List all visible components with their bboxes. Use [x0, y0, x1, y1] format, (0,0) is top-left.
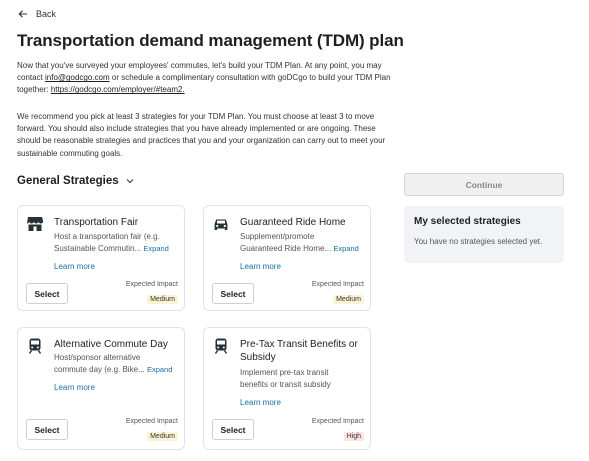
impact-badge: Medium — [147, 432, 178, 441]
strategy-description: Host/sponsor alternative commute day (e.… — [54, 352, 172, 376]
impact-badge: High — [343, 432, 364, 441]
continue-button[interactable]: Continue — [404, 173, 564, 196]
impact-label: Expected Impact — [125, 281, 178, 288]
description-line: Supplement/promote — [240, 232, 315, 241]
description-line: Guaranteed Ride Home... — [240, 244, 332, 253]
expected-impact: Expected Impact High — [312, 418, 364, 443]
learn-more-link[interactable]: Learn more — [240, 398, 281, 407]
strategy-card: Transportation Fair Host a transportatio… — [17, 205, 185, 311]
selected-strategies-panel: My selected strategies You have no strat… — [404, 206, 564, 263]
car-icon — [214, 219, 228, 230]
strategy-title: Guaranteed Ride Home — [240, 217, 346, 228]
contact-email-link[interactable]: info@godcgo.com — [45, 73, 110, 82]
train-icon — [214, 338, 228, 354]
select-button[interactable]: Select — [212, 419, 254, 440]
description-line: commute day (e.g. Bike... — [54, 365, 145, 374]
panel-title: My selected strategies — [414, 216, 521, 227]
impact-badge: Medium — [147, 295, 178, 304]
page-title: Transportation demand management (TDM) p… — [17, 31, 404, 50]
back-link[interactable]: Back — [18, 9, 56, 19]
expected-impact: Expected Impact Medium — [312, 281, 364, 306]
store-icon — [27, 217, 44, 231]
expected-impact: Expected Impact Medium — [126, 418, 178, 443]
train-icon — [28, 338, 42, 354]
learn-more-link[interactable]: Learn more — [240, 262, 281, 271]
description-line: Implement pre-tax transit — [240, 368, 329, 377]
strategy-title: Pre-Tax Transit Benefits or Subsidy — [240, 339, 358, 363]
strategy-title: Alternative Commute Day — [54, 339, 168, 350]
strategy-card: Pre-Tax Transit Benefits or Subsidy Impl… — [203, 327, 371, 450]
strategy-card: Guaranteed Ride Home Supplement/promote … — [203, 205, 371, 311]
expected-impact: Expected Impact Medium — [126, 281, 178, 306]
strategy-title: Transportation Fair — [54, 217, 139, 228]
general-strategies-toggle[interactable]: General Strategies — [17, 175, 134, 187]
description-line: benefits or transit subsidy — [240, 380, 331, 389]
expand-link[interactable]: Expand — [143, 244, 168, 253]
description-line: Host a transportation fair (e.g. — [54, 232, 160, 241]
impact-label: Expected Impact — [311, 281, 364, 288]
chevron-down-icon — [126, 179, 133, 184]
strategy-description: Supplement/promote Guaranteed Ride Home.… — [240, 231, 359, 255]
impact-badge: Medium — [333, 295, 364, 304]
description-line: Host/sponsor alternative — [54, 353, 141, 362]
section-title: General Strategies — [17, 175, 119, 187]
impact-label: Expected Impact — [125, 418, 178, 425]
select-button[interactable]: Select — [26, 283, 68, 304]
impact-label: Expected Impact — [311, 418, 364, 425]
strategy-description: Host a transportation fair (e.g. Sustain… — [54, 231, 169, 255]
select-button[interactable]: Select — [26, 419, 68, 440]
recommendation-text: We recommend you pick at least 3 strateg… — [17, 112, 386, 158]
team-link[interactable]: https://godcgo.com/employer/#team2. — [51, 85, 185, 94]
select-button[interactable]: Select — [212, 283, 254, 304]
strategy-card: Alternative Commute Day Host/sponsor alt… — [17, 327, 185, 450]
learn-more-link[interactable]: Learn more — [54, 262, 95, 271]
intro-text: Now that you've surveyed your employees'… — [17, 60, 399, 97]
strategy-description: Implement pre-tax transit benefits or tr… — [240, 367, 331, 391]
arrow-left-icon — [18, 10, 27, 18]
learn-more-link[interactable]: Learn more — [54, 383, 95, 392]
panel-empty-text: You have no strategies selected yet. — [414, 237, 543, 246]
expand-link[interactable]: Expand — [147, 365, 172, 374]
description-line: Sustainable Commutin... — [54, 244, 142, 253]
back-label: Back — [36, 9, 57, 19]
expand-link[interactable]: Expand — [333, 244, 358, 253]
